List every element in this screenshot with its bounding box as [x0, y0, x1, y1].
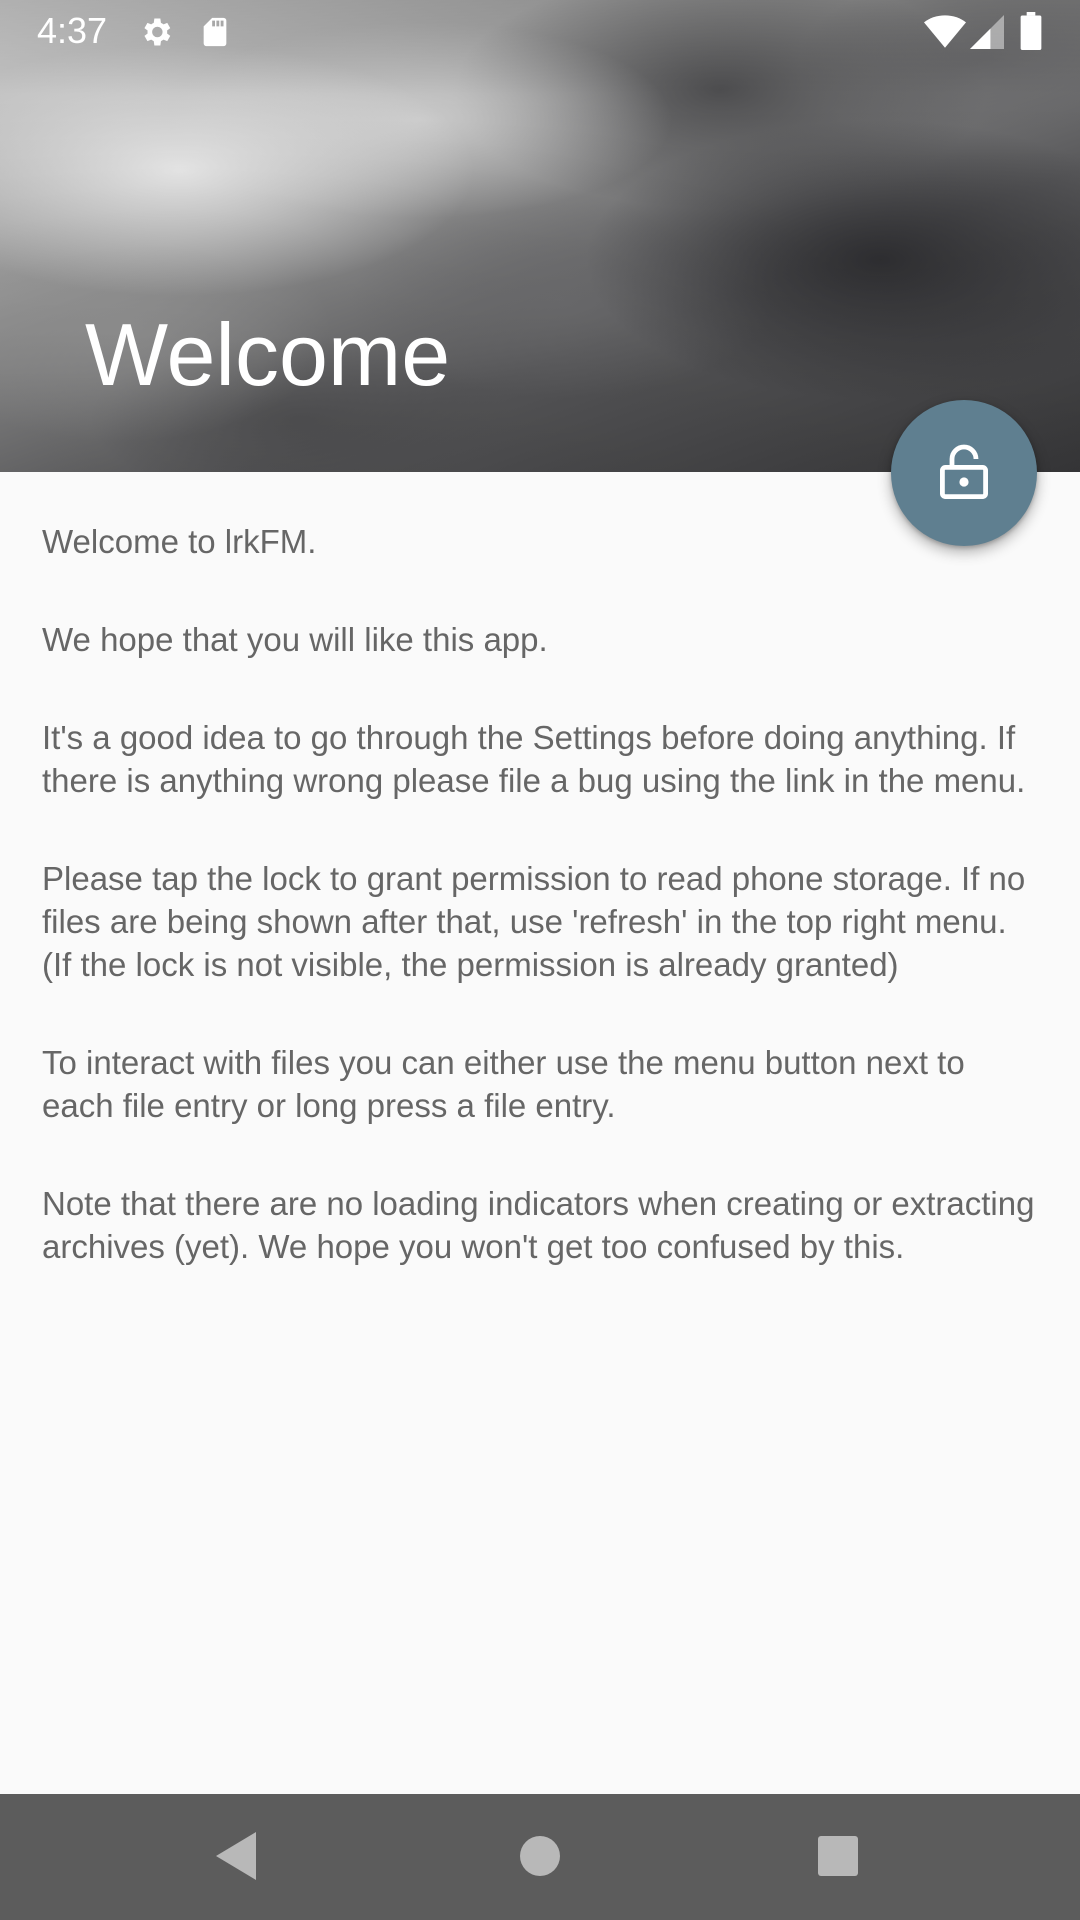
gear-icon: [138, 14, 174, 55]
recents-button[interactable]: [810, 1830, 866, 1886]
lock-open-icon: [938, 443, 990, 504]
paragraph-hope: We hope that you will like this app.: [42, 621, 548, 658]
page-title: Welcome: [85, 305, 451, 404]
paragraph-interact: To interact with files you can either us…: [42, 1044, 965, 1124]
paragraph-settings: It's a good idea to go through the Setti…: [42, 719, 1026, 799]
status-bar: 4:37: [0, 0, 1080, 63]
back-icon: [216, 1831, 260, 1885]
battery-icon: [1020, 12, 1042, 55]
sd-card-icon: [198, 14, 232, 55]
recents-icon: [818, 1835, 858, 1881]
grant-permission-lock-button[interactable]: [891, 400, 1037, 546]
welcome-text: Welcome to lrkFM. We hope that you will …: [42, 520, 1042, 1323]
home-icon: [520, 1835, 560, 1881]
navigation-bar: [0, 1794, 1080, 1920]
paragraph-loading-note: Note that there are no loading indicator…: [42, 1185, 1035, 1265]
wifi-icon: [924, 14, 966, 55]
welcome-screen: 4:37 Welcome Welcome to lrkFM. We hope t…: [0, 0, 1080, 1920]
paragraph-welcome: Welcome to lrkFM.: [42, 523, 317, 560]
back-button[interactable]: [210, 1830, 266, 1886]
header-cloud-image: 4:37 Welcome: [0, 0, 1080, 472]
home-button[interactable]: [512, 1830, 568, 1886]
status-time: 4:37: [37, 10, 108, 51]
signal-icon: [970, 14, 1004, 55]
paragraph-permission: Please tap the lock to grant permission …: [42, 860, 1026, 983]
